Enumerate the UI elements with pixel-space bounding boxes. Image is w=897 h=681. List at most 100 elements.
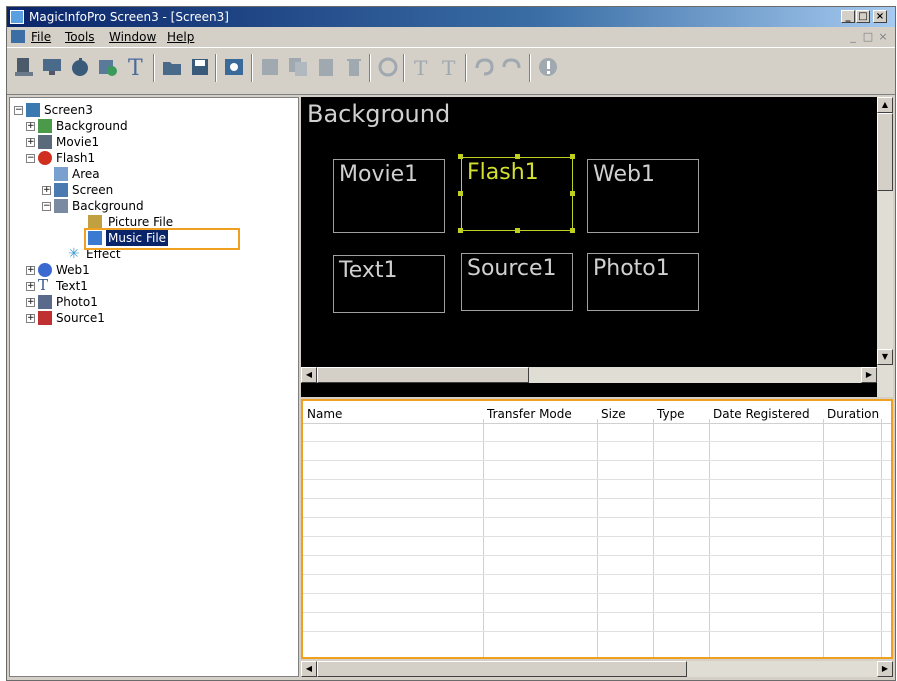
table-horizontal-scrollbar[interactable]: ◀ ▶ — [301, 661, 893, 677]
picture-file-icon — [88, 215, 102, 229]
tree-item-label: Screen — [72, 183, 114, 197]
highlight-box — [84, 228, 240, 250]
expand-icon[interactable]: + — [26, 282, 35, 291]
preview-box-web1[interactable]: Web1 — [587, 159, 699, 233]
column-header-date-registered[interactable]: Date Registered — [713, 407, 810, 421]
expand-icon[interactable]: + — [26, 298, 35, 307]
expand-icon[interactable]: + — [42, 186, 51, 195]
table-row — [303, 460, 891, 461]
menu-tools[interactable]: Tools — [65, 30, 95, 44]
preview-box-photo1[interactable]: Photo1 — [587, 253, 699, 311]
delete-icon[interactable] — [341, 54, 367, 80]
settings-icon[interactable] — [95, 54, 121, 80]
menu-help[interactable]: Help — [167, 30, 194, 44]
preview-box-movie1[interactable]: Movie1 — [333, 159, 445, 233]
preview-box-flash1[interactable]: Flash1 — [461, 157, 573, 231]
tree-item-label: Flash1 — [56, 151, 96, 165]
mdi-minimize-button[interactable]: _ — [847, 31, 859, 43]
column-divider — [483, 419, 484, 657]
collapse-icon[interactable]: − — [42, 202, 51, 211]
scroll-right-icon[interactable]: ▶ — [861, 367, 877, 383]
table-row — [303, 498, 891, 499]
content-tree[interactable]: − Screen3 + Background + Movie1 − Flash1… — [9, 97, 299, 677]
preview-icon[interactable] — [221, 54, 247, 80]
paste-content-icon[interactable] — [313, 54, 339, 80]
mdi-restore-button[interactable]: □ — [862, 31, 874, 43]
copy-content-icon[interactable] — [285, 54, 311, 80]
resize-handle[interactable] — [515, 154, 520, 159]
mdi-close-button[interactable]: × — [877, 31, 889, 43]
resize-handle[interactable] — [570, 228, 575, 233]
save-icon[interactable] — [187, 54, 213, 80]
scroll-thumb[interactable] — [317, 367, 529, 383]
redo-icon[interactable] — [499, 54, 525, 80]
app-icon — [10, 10, 24, 24]
text-icon[interactable]: T — [123, 54, 149, 80]
scroll-up-icon[interactable]: ▲ — [877, 97, 893, 113]
preview-vertical-scrollbar[interactable]: ▲ ▼ — [877, 97, 893, 397]
column-header-duration[interactable]: Duration — [827, 407, 879, 421]
expand-icon[interactable]: + — [26, 122, 35, 131]
toolbar-separator — [153, 54, 155, 82]
app-window: MagicInfoPro Screen3 - [Screen3] _ □ × F… — [6, 6, 896, 681]
file-table[interactable]: Name Transfer Mode Size Type Date Regist… — [301, 399, 893, 659]
table-row — [303, 612, 891, 613]
expand-icon[interactable]: + — [26, 314, 35, 323]
resize-handle[interactable] — [515, 228, 520, 233]
menu-file[interactable]: File — [31, 30, 51, 44]
scroll-down-icon[interactable]: ▼ — [877, 349, 893, 365]
scroll-right-icon[interactable]: ▶ — [877, 661, 893, 677]
background-icon — [38, 119, 52, 133]
toolbar-separator — [369, 54, 371, 82]
scroll-left-icon[interactable]: ◀ — [301, 367, 317, 383]
column-header-size[interactable]: Size — [601, 407, 626, 421]
table-row — [303, 479, 891, 480]
minimize-button[interactable]: _ — [841, 10, 855, 23]
background-icon — [54, 199, 68, 213]
expand-icon[interactable]: + — [26, 266, 35, 275]
new-screen-icon[interactable] — [11, 54, 37, 80]
scroll-left-icon[interactable]: ◀ — [301, 661, 317, 677]
resize-handle[interactable] — [458, 191, 463, 196]
add-content-icon[interactable] — [257, 54, 283, 80]
area-icon — [54, 167, 68, 181]
title-bar[interactable]: MagicInfoPro Screen3 - [Screen3] _ □ × — [7, 7, 895, 27]
expand-icon[interactable]: + — [26, 138, 35, 147]
screen-preview[interactable]: Background Movie1 Flash1 Web1 Text1 Sour… — [301, 97, 893, 397]
table-row — [303, 574, 891, 575]
column-header-type[interactable]: Type — [657, 407, 685, 421]
scroll-thumb[interactable] — [317, 661, 687, 677]
undo-icon[interactable] — [471, 54, 497, 80]
align-right-icon[interactable]: T — [437, 54, 463, 80]
info-icon[interactable] — [535, 54, 561, 80]
resize-handle[interactable] — [570, 154, 575, 159]
column-header-transfer-mode[interactable]: Transfer Mode — [487, 407, 572, 421]
menu-bar: File Tools Window Help _ □ × — [7, 27, 895, 47]
clock-icon[interactable] — [67, 54, 93, 80]
maximize-button[interactable]: □ — [856, 10, 870, 23]
preview-box-source1[interactable]: Source1 — [461, 253, 573, 311]
table-row — [303, 555, 891, 556]
tree-item-label: Source1 — [56, 311, 105, 325]
menu-window[interactable]: Window — [109, 30, 156, 44]
toolbar-separator — [215, 54, 217, 82]
column-header-name[interactable]: Name — [307, 407, 342, 421]
align-left-icon[interactable]: T — [409, 54, 435, 80]
table-row — [303, 536, 891, 537]
collapse-icon[interactable]: − — [26, 154, 35, 163]
resize-handle[interactable] — [458, 228, 463, 233]
collapse-icon[interactable]: − — [14, 106, 23, 115]
text-icon: T — [38, 276, 49, 294]
rotate-icon[interactable] — [375, 54, 401, 80]
scroll-thumb[interactable] — [877, 113, 893, 191]
tree-item-label: Background — [72, 199, 144, 213]
resize-handle[interactable] — [570, 191, 575, 196]
open-folder-icon[interactable] — [159, 54, 185, 80]
close-button[interactable]: × — [873, 10, 887, 23]
column-divider — [653, 419, 654, 657]
monitor-icon[interactable] — [39, 54, 65, 80]
preview-horizontal-scrollbar[interactable]: ◀ ▶ — [301, 367, 877, 383]
preview-title: Background — [307, 100, 451, 128]
preview-box-text1[interactable]: Text1 — [333, 255, 445, 313]
resize-handle[interactable] — [458, 154, 463, 159]
